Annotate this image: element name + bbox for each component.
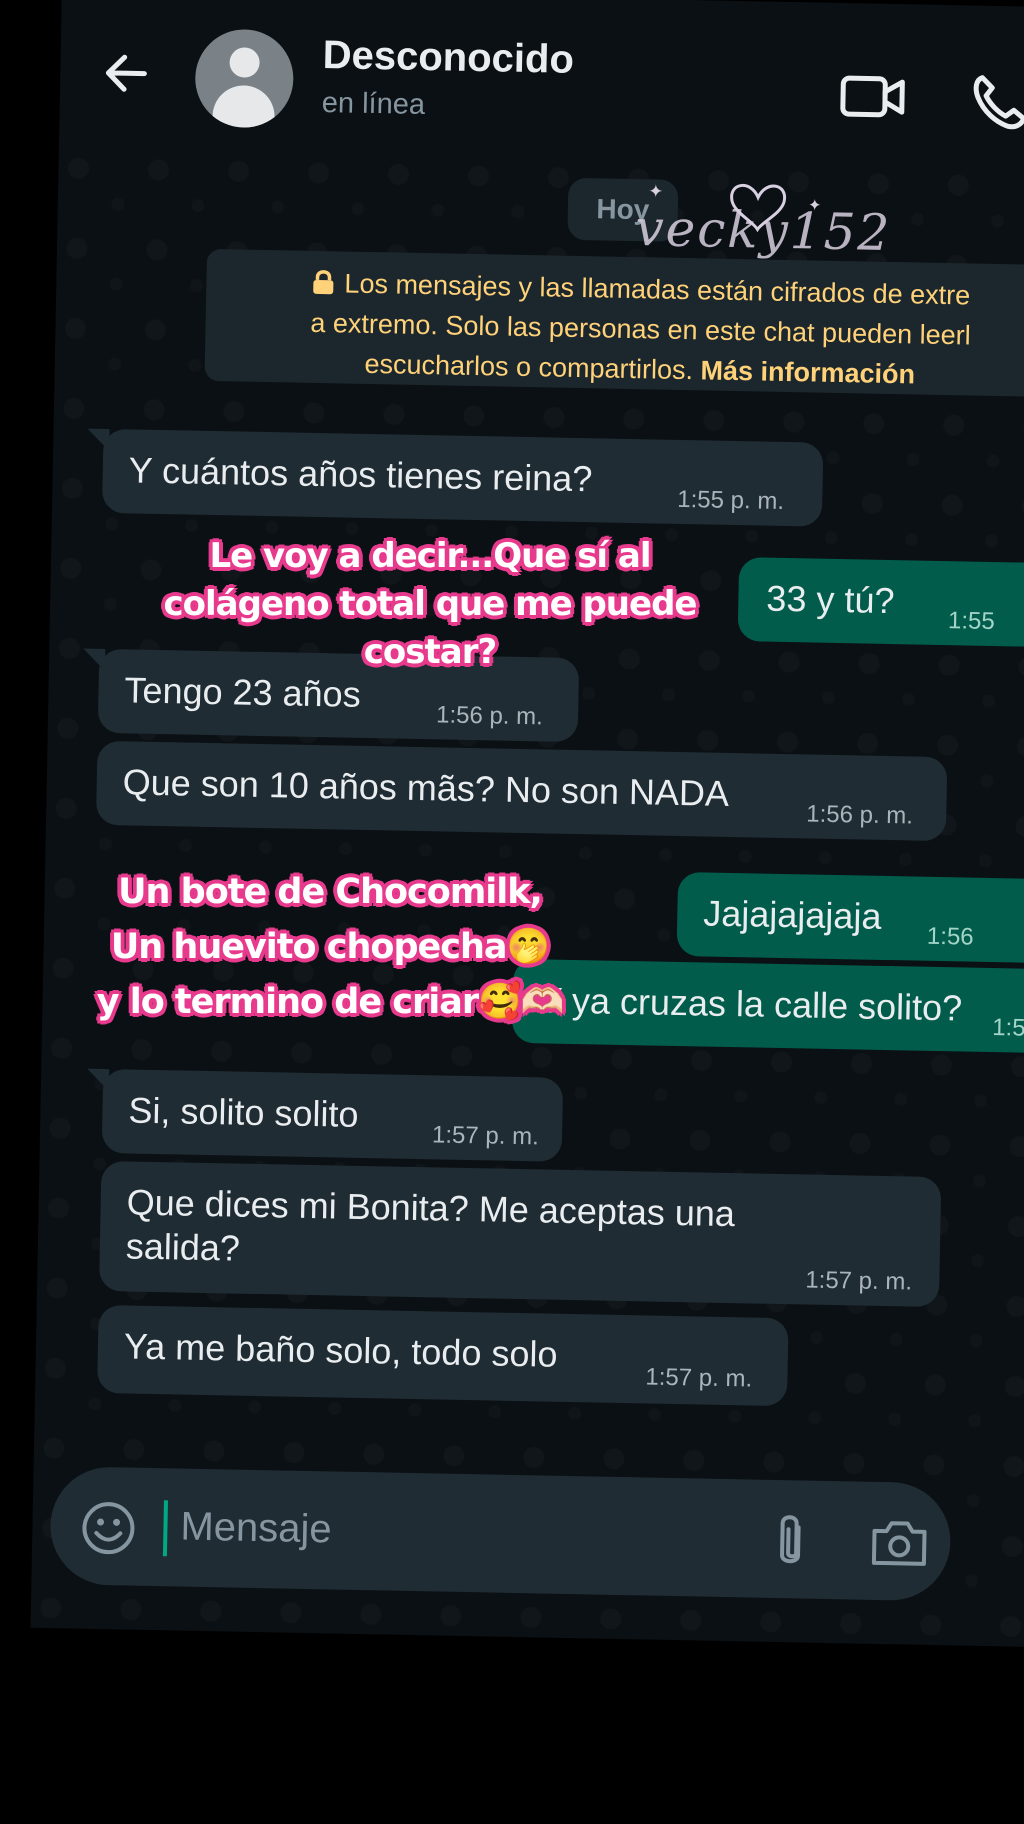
caption-overlay-bottom: Un bote de Chocomilk, Un huevito chopech… [70,865,590,1030]
message-time: 1:56 p. m. [806,800,914,830]
message-bubble-incoming[interactable]: Si, solito solito 1:57 p. m. [101,1068,564,1162]
phone-call-icon[interactable] [969,71,1024,132]
back-arrow-icon[interactable] [100,47,153,100]
caption-line: Un huevito chopecha🤭 [110,927,550,967]
message-time: 1:55 p. m. [677,485,785,515]
chat-screen: Desconocido en línea Hoy ✦ ✦ vecky152 Lo… [30,0,1024,1647]
message-text-line-2: salida? [125,1225,241,1269]
message-time: 1:5 [991,1014,1024,1042]
contact-avatar[interactable] [194,28,295,129]
message-time: 1:56 p. m. [435,701,544,731]
camera-icon[interactable] [870,1517,929,1568]
message-time: 1:55 [947,607,995,636]
more-info-link[interactable]: Más información [700,355,915,389]
message-time: 1:57 p. m. [645,1363,753,1393]
caption-line: y lo termino de criar🥰🫶🏻 [96,982,565,1022]
message-bubble-outgoing[interactable]: Jajajajajaja 1:56 [676,871,1024,964]
lock-icon [313,270,334,295]
message-text: Ya me baño solo, todo solo [123,1325,558,1375]
message-text: 33 y tú? [766,577,895,622]
message-text: Que son 10 años mãs? No son NADA [122,761,730,814]
caption-line: Le voy a decir...Que sí al [209,536,651,576]
message-text: Tengo 23 años [124,669,362,715]
contact-status: en línea [321,87,426,121]
caption-line: colágeno total que me puede [163,584,698,624]
caption-line: costar? [363,632,497,672]
encryption-notice[interactable]: Los mensajes y las llamadas están cifrad… [204,248,1024,398]
message-bubble-incoming[interactable]: Ya me baño solo, todo solo 1:57 p. m. [97,1304,789,1407]
message-bubble-incoming[interactable]: Que son 10 años mãs? No son NADA 1:56 p.… [95,740,948,842]
caption-line: Un bote de Chocomilk, [118,872,543,912]
emoji-icon[interactable] [80,1500,137,1557]
message-text: Jajajajajaja [702,892,882,937]
message-time: 1:56 [926,922,974,951]
video-call-icon[interactable] [840,73,907,120]
contact-name[interactable]: Desconocido [322,33,574,83]
encryption-line-1: Los mensajes y las llamadas están cifrad… [344,268,971,311]
message-bubble-outgoing[interactable]: 33 y tú? 1:55 [737,557,1024,648]
message-text: Y ya cruzas la calle solito? [538,979,963,1029]
message-text: Si, solito solito [128,1089,359,1135]
message-time: 1:57 p. m. [431,1121,540,1151]
text-cursor [162,1500,168,1557]
message-text: Y cuántos años tienes reina? [128,449,593,500]
message-time: 1:57 p. m. [805,1266,913,1296]
attach-icon[interactable] [770,1513,811,1572]
message-bubble-incoming[interactable]: Que dices mi Bonita? Me aceptas una sali… [98,1160,942,1308]
message-composer[interactable]: Mensaje [49,1466,952,1602]
message-input[interactable]: Mensaje [180,1505,332,1553]
chat-header: Desconocido en línea [59,0,1024,158]
watermark-text: vecky152 [634,199,892,262]
message-bubble-incoming[interactable]: Y cuántos años tienes reina? 1:55 p. m. [101,428,824,527]
encryption-line-3: escucharlos o compartirlos. [364,348,701,386]
caption-overlay-top: Le voy a decir...Que sí al colágeno tota… [160,532,700,676]
